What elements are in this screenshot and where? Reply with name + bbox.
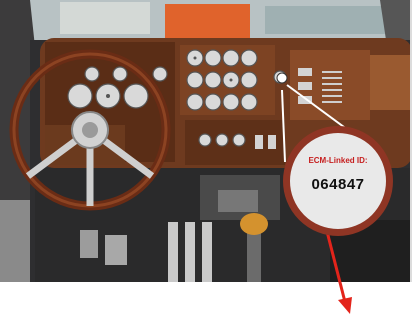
arrow-down-icon: [338, 297, 352, 314]
ecm-linked-id: 064847: [311, 176, 365, 193]
ecm-callout-title: ECM-Linked ID:: [308, 156, 368, 165]
pedal: [105, 235, 127, 265]
pedal: [80, 230, 98, 258]
orange-sign: [165, 4, 250, 38]
